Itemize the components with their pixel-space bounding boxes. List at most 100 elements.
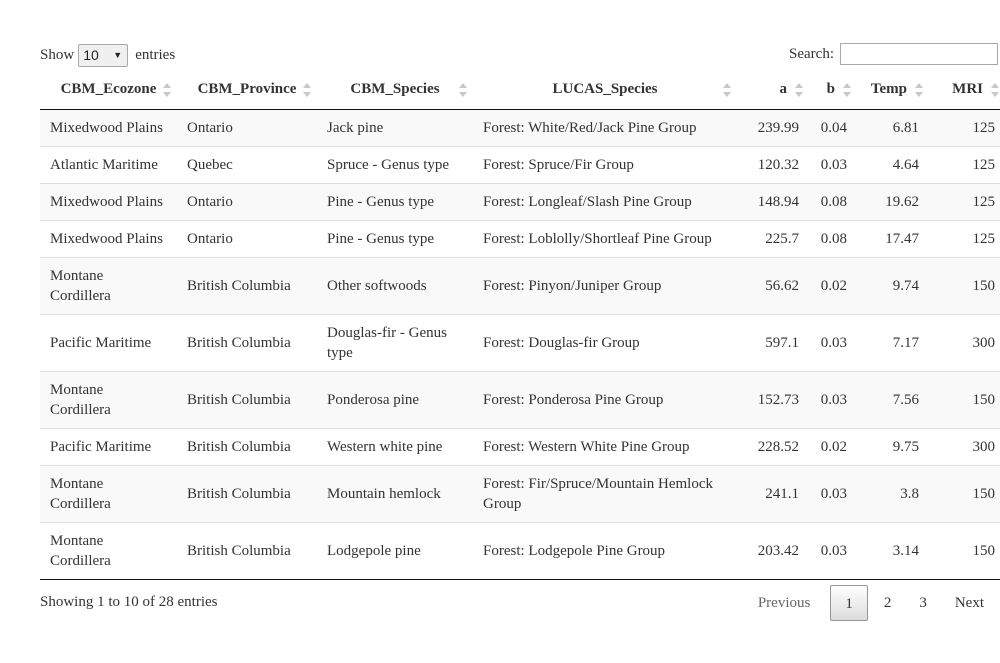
cell-a: 241.1 — [737, 464, 809, 522]
table-row: Pacific Maritime British Columbia Dougla… — [40, 313, 1000, 371]
cell-temp: 3.14 — [857, 521, 929, 580]
cell-species: Ponderosa pine — [317, 370, 473, 428]
cell-a: 239.99 — [737, 109, 809, 146]
cell-temp: 19.62 — [857, 182, 929, 220]
cell-mri: 125 — [929, 219, 1000, 257]
pagination-next[interactable]: Next — [941, 585, 1000, 621]
cell-b: 0.04 — [809, 109, 857, 146]
entries-label: entries — [135, 46, 176, 63]
sort-icon — [991, 83, 999, 97]
column-header-mri[interactable]: MRI — [929, 71, 1000, 110]
cell-b: 0.03 — [809, 521, 857, 580]
pagination: Previous 1 2 3 Next — [744, 584, 1000, 622]
cell-lucas-species: Forest: Longleaf/Slash Pine Group — [473, 182, 737, 220]
cell-a: 152.73 — [737, 370, 809, 428]
cell-temp: 9.74 — [857, 256, 929, 314]
cell-mri: 125 — [929, 182, 1000, 220]
cell-mri: 300 — [929, 313, 1000, 371]
cell-province: British Columbia — [177, 427, 317, 465]
cell-ecozone: Montane Cordillera — [40, 521, 177, 580]
table-row: Atlantic Maritime Quebec Spruce - Genus … — [40, 145, 1000, 183]
cell-ecozone: Pacific Maritime — [40, 313, 177, 371]
column-header-cbm-species[interactable]: CBM_Species — [317, 71, 473, 110]
cell-ecozone: Mixedwood Plains — [40, 219, 177, 257]
page-length-value: 10 — [83, 47, 99, 63]
cell-species: Douglas-fir - Genus type — [317, 313, 473, 371]
cell-mri: 150 — [929, 370, 1000, 428]
column-header-a[interactable]: a — [737, 71, 809, 110]
cell-a: 597.1 — [737, 313, 809, 371]
table-controls: Show 10 ▼ entries Search: — [40, 42, 1000, 68]
chevron-down-icon: ▼ — [113, 50, 123, 60]
cell-a: 203.42 — [737, 521, 809, 580]
cell-a: 120.32 — [737, 145, 809, 183]
column-header-cbm-ecozone[interactable]: CBM_Ecozone — [40, 71, 177, 110]
cell-temp: 6.81 — [857, 109, 929, 146]
sort-icon — [915, 83, 923, 97]
cell-b: 0.03 — [809, 313, 857, 371]
sort-icon — [163, 83, 171, 97]
cell-province: British Columbia — [177, 370, 317, 428]
cell-b: 0.08 — [809, 182, 857, 220]
cell-lucas-species: Forest: Douglas-fir Group — [473, 313, 737, 371]
table-row: Mixedwood Plains Ontario Pine - Genus ty… — [40, 182, 1000, 220]
cell-b: 0.02 — [809, 256, 857, 314]
table-row: Montane Cordillera British Columbia Pond… — [40, 370, 1000, 428]
cell-province: Ontario — [177, 219, 317, 257]
cell-mri: 300 — [929, 427, 1000, 465]
pagination-page-3[interactable]: 3 — [905, 585, 941, 621]
cell-a: 56.62 — [737, 256, 809, 314]
search-input[interactable] — [840, 43, 998, 65]
cell-ecozone: Montane Cordillera — [40, 256, 177, 314]
cell-province: Ontario — [177, 109, 317, 146]
cell-a: 148.94 — [737, 182, 809, 220]
table-row: Montane Cordillera British Columbia Moun… — [40, 464, 1000, 522]
cell-species: Pine - Genus type — [317, 219, 473, 257]
cell-mri: 125 — [929, 145, 1000, 183]
sort-icon — [843, 83, 851, 97]
pagination-previous[interactable]: Previous — [744, 585, 825, 621]
cell-temp: 7.17 — [857, 313, 929, 371]
cell-lucas-species: Forest: Fir/Spruce/Mountain Hemlock Grou… — [473, 464, 737, 522]
column-header-lucas-species[interactable]: LUCAS_Species — [473, 71, 737, 110]
column-header-cbm-province[interactable]: CBM_Province — [177, 71, 317, 110]
cell-mri: 150 — [929, 464, 1000, 522]
column-header-b[interactable]: b — [809, 71, 857, 110]
cell-species: Pine - Genus type — [317, 182, 473, 220]
column-header-temp[interactable]: Temp — [857, 71, 929, 110]
table-info: Showing 1 to 10 of 28 entries — [40, 594, 218, 610]
show-label: Show — [40, 46, 75, 63]
cell-province: British Columbia — [177, 464, 317, 522]
cell-b: 0.03 — [809, 370, 857, 428]
cell-b: 0.02 — [809, 427, 857, 465]
pagination-page-2[interactable]: 2 — [870, 585, 906, 621]
sort-icon — [303, 83, 311, 97]
cell-temp: 7.56 — [857, 370, 929, 428]
cell-ecozone: Atlantic Maritime — [40, 145, 177, 183]
cell-ecozone: Pacific Maritime — [40, 427, 177, 465]
page-length-select[interactable]: 10 ▼ — [78, 43, 129, 67]
cell-species: Jack pine — [317, 109, 473, 146]
cell-province: British Columbia — [177, 313, 317, 371]
pagination-page-1[interactable]: 1 — [830, 585, 868, 621]
cell-b: 0.03 — [809, 464, 857, 522]
cell-province: Ontario — [177, 182, 317, 220]
cell-temp: 9.75 — [857, 427, 929, 465]
table-row: Mixedwood Plains Ontario Pine - Genus ty… — [40, 219, 1000, 257]
cell-ecozone: Montane Cordillera — [40, 370, 177, 428]
cell-a: 228.52 — [737, 427, 809, 465]
table-row: Mixedwood Plains Ontario Jack pine Fores… — [40, 109, 1000, 146]
cell-lucas-species: Forest: Pinyon/Juniper Group — [473, 256, 737, 314]
cell-temp: 3.8 — [857, 464, 929, 522]
cell-lucas-species: Forest: Loblolly/Shortleaf Pine Group — [473, 219, 737, 257]
sort-icon — [795, 83, 803, 97]
cell-ecozone: Montane Cordillera — [40, 464, 177, 522]
cell-province: British Columbia — [177, 256, 317, 314]
cell-b: 0.08 — [809, 219, 857, 257]
cell-ecozone: Mixedwood Plains — [40, 182, 177, 220]
cell-temp: 4.64 — [857, 145, 929, 183]
cell-species: Lodgepole pine — [317, 521, 473, 580]
cell-lucas-species: Forest: White/Red/Jack Pine Group — [473, 109, 737, 146]
table-row: Montane Cordillera British Columbia Othe… — [40, 256, 1000, 314]
search-control: Search: — [789, 42, 998, 66]
